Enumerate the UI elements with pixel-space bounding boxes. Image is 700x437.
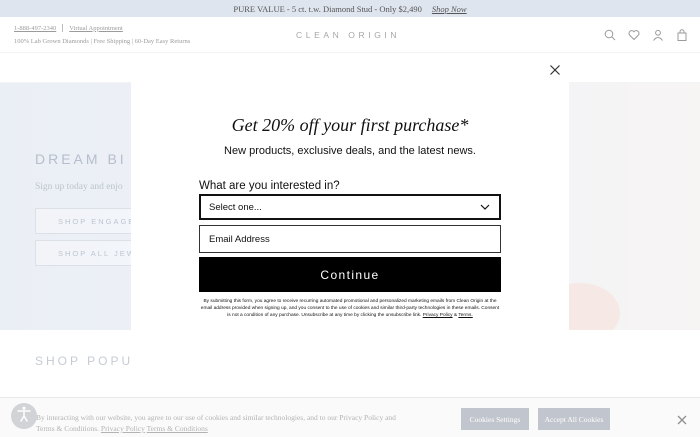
promo-text: PURE VALUE - 5 ct. t.w. Diamond Stud - O… [233, 3, 422, 14]
signup-modal: Get 20% off your first purchase* New pro… [131, 53, 569, 382]
interest-select[interactable]: Select one... [199, 194, 501, 220]
email-field[interactable]: Email Address [199, 225, 501, 253]
interest-select-value: Select one... [209, 201, 262, 213]
legal-terms-link[interactable]: Terms. [458, 313, 472, 318]
email-placeholder: Email Address [209, 233, 270, 245]
legal-privacy-link[interactable]: Privacy Policy [423, 313, 453, 318]
continue-button[interactable]: Continue [199, 257, 501, 292]
legal-amp: & [453, 313, 458, 318]
promo-bar: PURE VALUE - 5 ct. t.w. Diamond Stud - O… [0, 0, 700, 17]
chevron-down-icon [480, 202, 490, 212]
interest-label: What are you interested in? [199, 180, 340, 192]
modal-subtitle: New products, exclusive deals, and the l… [224, 145, 476, 157]
close-icon[interactable] [549, 63, 561, 75]
promo-shop-now-link[interactable]: Shop Now [432, 4, 467, 14]
legal-disclaimer: By submitting this form, you agree to re… [199, 298, 501, 319]
modal-title: Get 20% off your first purchase* [231, 115, 469, 135]
